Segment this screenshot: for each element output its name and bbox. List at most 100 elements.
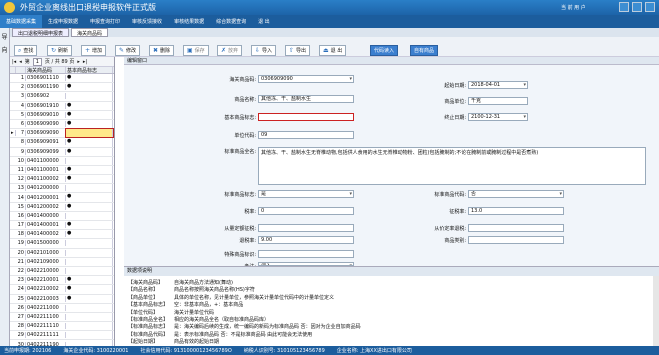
menu-item-basic-data[interactable]: 基础数据采集 [0,15,43,28]
basic-flag-cell[interactable]: ● [66,221,113,230]
tax-rate-field[interactable]: 0 [258,207,354,215]
next-page-icon[interactable]: ▸ [77,59,80,65]
customs-code-cell[interactable]: 0401400001 [26,222,66,229]
customs-code-cell[interactable]: 0402211110 [26,323,66,330]
basic-flag-cell[interactable]: ● [66,110,113,119]
table-row[interactable]: 10 0401100000 [10,156,114,166]
tab-customs-code[interactable]: 海关商品码 [71,28,109,37]
std-flag-field[interactable]: 是 [258,190,354,198]
std-name-field[interactable]: 其他冻、干、盐制水生无脊椎动物,包括供人食用的水生无脊椎动物粉、团粒(包括腌制的… [258,147,646,185]
customs-code-cell[interactable]: 0402210001 [26,277,66,284]
basic-flag-cell[interactable]: ● [66,294,113,303]
customs-code-cell[interactable]: 0306909099 [26,148,66,155]
minimize-icon[interactable] [619,2,629,12]
modify-button[interactable]: ✎ 修改 [115,45,141,56]
save-button[interactable]: ▣ 保存 [183,45,209,56]
basic-flag-cell[interactable] [66,266,113,276]
std-code-field[interactable]: 否 [468,190,564,198]
special-field[interactable] [258,250,354,258]
table-row[interactable]: 24 0402210002 ● [10,285,114,295]
menu-item-generate[interactable]: 生成申报数据 [42,15,84,28]
basic-flag-cell[interactable]: ● [66,165,113,175]
customs-code-cell[interactable]: 0401200002 [26,203,66,210]
col-basic-flag[interactable]: 基本商品标志 [66,67,113,73]
basic-flag-cell[interactable] [66,303,113,312]
table-row[interactable]: 23 0402210001 ● [10,276,114,286]
basic-flag-cell[interactable]: ● [66,193,113,202]
customs-code-cell[interactable]: 0306902 [26,93,66,100]
qty-calc-field[interactable] [258,224,354,232]
basic-flag-cell[interactable] [66,257,113,266]
table-row[interactable]: 4 0306901910 ● [10,101,114,111]
category-field[interactable] [468,236,564,244]
basic-flag-cell[interactable] [66,92,113,101]
customs-code-cell[interactable]: 0402210003 [26,295,66,302]
table-row[interactable]: 15 0401200002 ● [10,202,114,212]
basic-flag-cell[interactable]: ● [66,147,113,156]
table-row[interactable]: 26 0402211000 [10,303,114,313]
customs-code-cell[interactable]: 0401400002 [26,231,66,238]
add-button[interactable]: + 增加 [81,45,107,56]
basic-flag-cell[interactable]: ● [66,276,113,285]
customs-code-cell[interactable]: 0306901190 [26,84,66,91]
navigator-sidebar[interactable]: 导 向 [0,28,10,346]
product-name-field[interactable]: 其他冻、干、盐制水生 [258,95,354,103]
customs-code-cell[interactable]: 0401500000 [26,240,66,247]
table-row[interactable]: 20 0402101000 [10,248,114,258]
basic-flag-cell[interactable]: ● [66,101,113,110]
customs-code-cell[interactable]: 0402101000 [26,249,66,256]
table-row[interactable]: 28 0402211110 [10,322,114,332]
refresh-button[interactable]: ↻ 刷新 [47,45,73,56]
table-row[interactable]: ▸ 7 0306909090 [10,128,114,139]
table-row[interactable]: 1 0306901110 ● [10,74,114,84]
basic-flag-cell[interactable]: ● [66,119,113,129]
customs-code-cell[interactable]: 0401200000 [26,185,66,192]
table-row[interactable]: 13 0401200000 [10,184,114,194]
table-row[interactable]: 6 0306909090 ● [10,119,114,130]
maximize-icon[interactable] [632,2,642,12]
customs-code-cell[interactable]: 0402109000 [26,258,66,265]
customs-code-cell[interactable]: 0402210002 [26,286,66,293]
basic-flag-cell[interactable] [66,211,113,220]
delete-button[interactable]: ✖ 删除 [149,45,175,56]
code-import-button[interactable]: 代码读入 [370,45,399,56]
tab-detail-report[interactable]: 出口退税明细申报表 [12,28,70,37]
self-code-button[interactable]: 自有商品 [410,45,439,56]
basic-flag-cell[interactable]: ● [66,83,113,92]
start-date-field[interactable]: 2018-04-01 [468,81,528,89]
table-row[interactable]: 21 0402109000 [10,257,114,267]
basic-flag-cell[interactable]: ● [66,138,113,147]
basic-flag-cell[interactable]: ● [66,230,113,239]
table-row[interactable]: 17 0401400001 ● [10,221,114,231]
table-row[interactable]: 22 0402210000 [10,266,114,277]
basic-flag-cell[interactable]: ● [66,74,113,83]
table-row[interactable]: 12 0401100002 ● [10,175,114,185]
basic-flag-cell[interactable]: ● [66,285,113,294]
end-date-field[interactable]: 2100-12-31 [468,113,528,121]
table-row[interactable]: 3 0306902 [10,92,114,102]
customs-code-cell[interactable]: 0401400000 [26,212,66,219]
explain-scrollbar[interactable] [653,276,659,346]
basic-flag-cell[interactable] [65,128,114,139]
refund-rate-field[interactable]: 9.00 [258,236,354,244]
customs-code-cell[interactable]: 0402211000 [26,304,66,311]
levy-rate-field[interactable]: 13.0 [468,207,564,215]
first-page-icon[interactable]: |◂ [12,59,16,65]
unit-field[interactable]: 千克 [468,97,528,105]
customs-code-cell[interactable]: 0306909090 [26,121,66,128]
customs-code-cell[interactable]: 0306901110 [26,75,66,82]
table-row[interactable]: 27 0402211100 [10,312,114,323]
basic-flag-cell[interactable] [66,156,113,165]
import-button[interactable]: ⇩ 导入 [251,45,277,56]
table-row[interactable]: 14 0401200001 ● [10,193,114,203]
basic-flag-cell[interactable] [66,322,113,331]
table-row[interactable]: 25 0402210003 ● [10,294,114,304]
menu-item-query[interactable]: 综合数据查询 [210,15,252,28]
table-row[interactable]: 8 0306909091 ● [10,138,114,148]
table-row[interactable]: 5 0306909010 ● [10,110,114,120]
menu-item-feedback[interactable]: 审核反馈接收 [126,15,168,28]
last-page-icon[interactable]: ▸| [83,59,87,65]
customs-code-cell[interactable]: 0401100000 [26,157,66,164]
menu-item-audit[interactable]: 审核结果数据 [168,15,210,28]
basic-flag-field[interactable] [258,113,354,121]
